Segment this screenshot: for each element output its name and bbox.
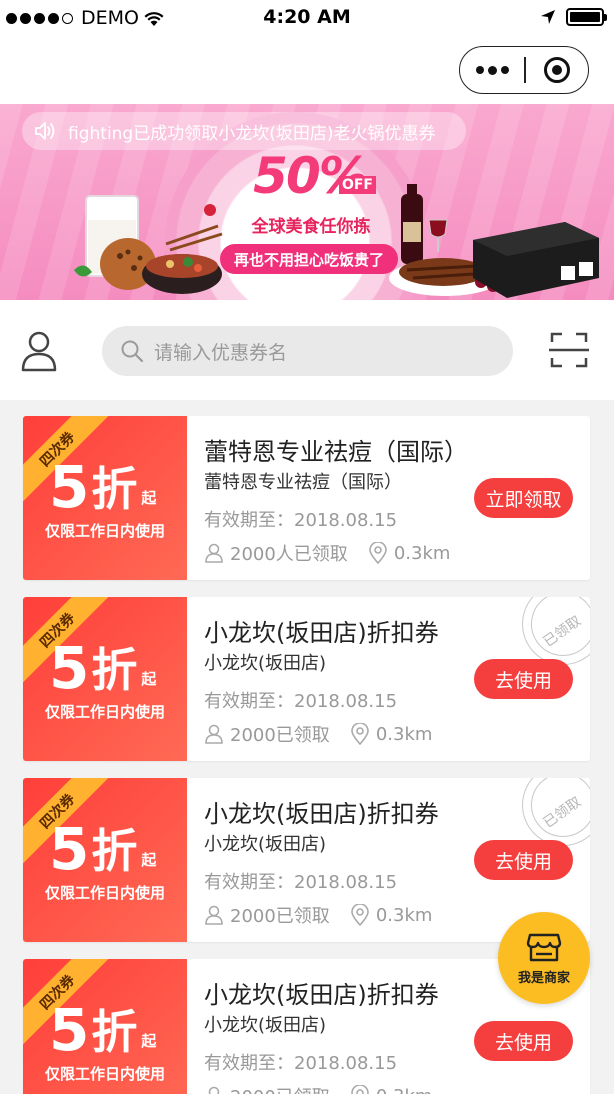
milk-and-cookies-illustration: [74, 195, 223, 294]
battery-icon: [566, 8, 607, 26]
coupon-discount-panel: 四次券 5 折 起 仅限工作日内使用: [23, 597, 187, 761]
coupon-info: 已领取 小龙坎(坂田店)折扣券 小龙坎(坂田店) 有效期至：2018.08.15…: [187, 597, 590, 761]
location-arrow-icon: [541, 10, 555, 24]
merchant-entry-button[interactable]: 我是商家: [498, 912, 590, 1004]
coupon-card[interactable]: 四次券 5 折 起 仅限工作日内使用 已领取 小龙坎(坂田店)折扣券 小龙坎(坂…: [23, 778, 590, 942]
coupon-discount-panel: 四次券 5 折 起 仅限工作日内使用: [23, 959, 187, 1094]
use-coupon-button[interactable]: 去使用: [474, 840, 573, 880]
coupon-discount: 5 折 起: [49, 634, 157, 702]
speaker-icon: [35, 122, 55, 140]
coupon-card[interactable]: 四次券 5 折 起 仅限工作日内使用 已领取 小龙坎(坂田店)折扣券 小龙坎(坂…: [23, 597, 590, 761]
coupon-claimed-count: 2000已领取: [230, 725, 330, 746]
coupon-distance: 0.3km: [375, 904, 433, 926]
status-bar: DEMO 4:20 AM: [0, 0, 614, 36]
location-pin-icon: [350, 904, 370, 926]
search-bar-row: 请输入优惠券名: [0, 300, 614, 400]
promo-subtagline: 再也不用担心吃饭贵了: [220, 244, 398, 274]
promo-off: OFF: [338, 176, 376, 194]
location-pin-icon: [368, 542, 388, 564]
coupon-card[interactable]: 四次券 5 折 起 仅限工作日内使用 蕾特恩专业祛痘（国际） 蕾特恩专业祛痘（国…: [23, 416, 590, 580]
claim-notice: fighting已成功领取小龙坎(坂田店)老火锅优惠券: [22, 112, 466, 150]
coupon-title: 小龙坎(坂田店)折扣券: [204, 619, 439, 647]
app-page: DEMO 4:20 AM fighting已成功领取小龙坎(坂田店)老火锅优惠券…: [0, 0, 614, 1094]
more-menu-button[interactable]: [460, 65, 524, 75]
coupon-meta: 2000已领取 0.3km: [204, 902, 432, 928]
location-pin-icon: [350, 723, 370, 745]
coupon-expiry: 有效期至：2018.08.15: [204, 510, 398, 531]
user-icon[interactable]: [20, 330, 58, 372]
coupon-claimed-count: 2000已领取: [230, 906, 330, 927]
status-right: [540, 8, 607, 26]
promo-tagline: 全球美食任你拣: [251, 217, 371, 237]
promo-banner[interactable]: fighting已成功领取小龙坎(坂田店)老火锅优惠券 50% OFF 全球美食…: [0, 104, 614, 300]
use-coupon-button[interactable]: 去使用: [474, 659, 573, 699]
search-input[interactable]: 请输入优惠券名: [102, 326, 513, 376]
coupon-usage-note: 仅限工作日内使用: [44, 884, 165, 902]
coupon-title: 小龙坎(坂田店)折扣券: [204, 981, 439, 1009]
use-coupon-button[interactable]: 去使用: [474, 1021, 573, 1061]
claim-notice-text: fighting已成功领取小龙坎(坂田店)老火锅优惠券: [68, 123, 436, 144]
coupon-discount-panel: 四次券 5 折 起 仅限工作日内使用: [23, 416, 187, 580]
coupon-expiry: 有效期至：2018.08.15: [204, 691, 398, 712]
coupon-claimed-count: 2000已领取: [230, 1083, 330, 1094]
person-icon: [204, 905, 224, 925]
coupon-meta: 2000已领取 0.3km: [204, 1083, 432, 1094]
coupon-distance: 0.3km: [376, 1086, 433, 1094]
coupon-discount: 5 折 起: [49, 815, 157, 883]
coupon-expiry: 有效期至：2018.08.15: [204, 1053, 398, 1074]
promo-headline: 50% OFF: [240, 150, 380, 202]
coupon-merchant: 小龙坎(坂田店): [204, 1015, 327, 1036]
coupon-claimed-count: 2000人已领取: [230, 544, 348, 565]
coupon-merchant: 蕾特恩专业祛痘（国际）: [204, 472, 402, 493]
target-icon: [543, 57, 570, 83]
location-pin-icon: [350, 1085, 370, 1094]
person-icon: [204, 724, 224, 744]
coupon-usage-note: 仅限工作日内使用: [44, 703, 165, 721]
coupon-usage-note: 仅限工作日内使用: [44, 522, 165, 540]
nav-bar: [0, 36, 614, 104]
coupon-meta: 2000已领取 0.3km: [204, 721, 432, 747]
coupon-merchant: 小龙坎(坂田店): [204, 653, 327, 674]
coupon-info: 蕾特恩专业祛痘（国际） 蕾特恩专业祛痘（国际） 有效期至：2018.08.15 …: [187, 416, 590, 580]
coupon-discount-panel: 四次券 5 折 起 仅限工作日内使用: [23, 778, 187, 942]
coupon-distance: 0.3km: [393, 542, 451, 564]
coupon-distance: 0.3km: [375, 723, 433, 745]
person-icon: [204, 543, 224, 563]
status-time: 4:20 AM: [263, 6, 351, 28]
coupon-usage-note: 仅限工作日内使用: [44, 1065, 165, 1083]
coupon-expiry: 有效期至：2018.08.15: [204, 872, 398, 893]
coupon-meta: 2000人已领取 0.3km: [204, 540, 450, 566]
coupon-discount: 5 折 起: [49, 996, 157, 1064]
close-mini-program-button[interactable]: [526, 57, 589, 83]
merchant-entry-label: 我是商家: [517, 970, 570, 986]
search-icon: [121, 340, 144, 363]
scan-icon[interactable]: [548, 330, 590, 370]
coupon-discount: 5 折 起: [49, 453, 157, 521]
shop-icon: [526, 933, 562, 961]
coupon-title: 小龙坎(坂田店)折扣券: [204, 800, 439, 828]
person-icon: [204, 1086, 224, 1094]
mini-program-capsule: [459, 46, 589, 94]
steak-and-wine-illustration: [389, 184, 599, 298]
claimed-stamp: 已领取: [518, 778, 590, 850]
claimed-stamp: 已领取: [518, 597, 590, 669]
claim-now-button[interactable]: 立即领取: [474, 478, 573, 518]
coupon-merchant: 小龙坎(坂田店): [204, 834, 327, 855]
coupon-title: 蕾特恩专业祛痘（国际）: [204, 438, 468, 466]
search-placeholder: 请输入优惠券名: [154, 341, 288, 364]
